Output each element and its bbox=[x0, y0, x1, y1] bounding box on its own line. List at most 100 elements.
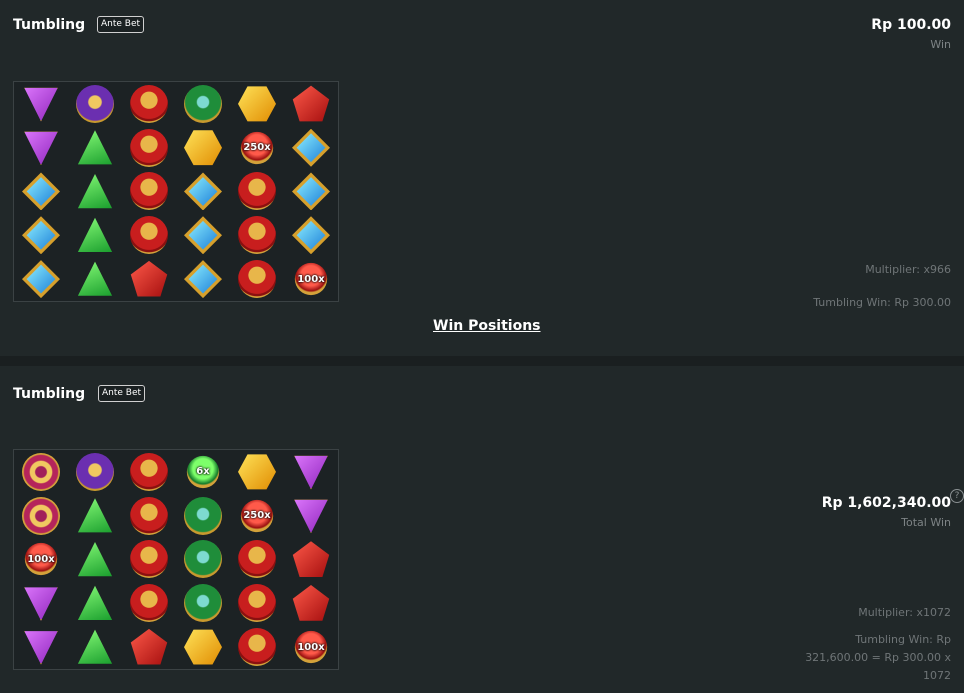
grid-cell bbox=[230, 257, 284, 301]
grid-cell: 250x bbox=[230, 126, 284, 170]
crown-icon bbox=[130, 496, 168, 535]
grid-cell bbox=[14, 625, 68, 669]
grid-cell bbox=[230, 213, 284, 257]
red-gem-icon bbox=[292, 85, 330, 123]
red-gem-icon bbox=[292, 540, 330, 578]
grid-cell bbox=[284, 494, 338, 538]
grid-cell bbox=[122, 170, 176, 214]
multiplier-label: 100x bbox=[297, 273, 325, 285]
grid-cell bbox=[68, 170, 122, 214]
purple-gem-icon bbox=[292, 453, 330, 491]
ante-bet-badge: Ante Bet bbox=[98, 385, 146, 402]
crown-icon bbox=[238, 260, 276, 299]
multiplier-label: 250x bbox=[243, 142, 271, 154]
chalice-icon bbox=[184, 496, 222, 535]
purple-gem-icon bbox=[22, 628, 60, 666]
round-title: Tumbling bbox=[13, 386, 86, 402]
hourglass-icon bbox=[76, 452, 114, 491]
grid-cell bbox=[14, 257, 68, 301]
grid-cell bbox=[14, 213, 68, 257]
blue-gem-icon bbox=[292, 172, 330, 211]
win-amount: Rp 100.00 bbox=[871, 17, 951, 33]
grid-cell bbox=[14, 126, 68, 170]
crown-icon bbox=[130, 172, 168, 211]
grid-cell bbox=[14, 450, 68, 494]
grid-cell bbox=[122, 538, 176, 582]
chalice-icon bbox=[184, 84, 222, 123]
grid-cell bbox=[176, 170, 230, 214]
green-gem-icon bbox=[76, 497, 114, 535]
chalice-icon bbox=[184, 584, 222, 623]
multiplier-label: 100x bbox=[27, 553, 55, 565]
grid-cell bbox=[284, 213, 338, 257]
round-panel-2: Tumbling Ante Bet 6x 250x 100x 100x Rp 1,60… bbox=[0, 366, 964, 693]
grid-cell bbox=[176, 257, 230, 301]
grid-cell bbox=[122, 450, 176, 494]
grid-cell bbox=[230, 82, 284, 126]
grid-cell bbox=[14, 581, 68, 625]
grid-cell bbox=[176, 126, 230, 170]
grid-cell bbox=[68, 581, 122, 625]
grid-cell bbox=[230, 170, 284, 214]
grid-cell bbox=[230, 538, 284, 582]
grid-cell: 250x bbox=[230, 494, 284, 538]
round-panel-1: Tumbling Ante Bet Rp 100.00 Win 250x 100x… bbox=[0, 0, 964, 356]
multiplier-red-icon: 100x bbox=[292, 628, 330, 666]
win-positions-link[interactable]: Win Positions bbox=[433, 318, 541, 334]
multiplier-red-icon: 250x bbox=[238, 497, 276, 535]
help-icon[interactable]: ? bbox=[950, 489, 964, 503]
ring-icon bbox=[22, 452, 60, 491]
crown-icon bbox=[238, 628, 276, 667]
crown-icon bbox=[238, 172, 276, 211]
green-gem-icon bbox=[76, 540, 114, 578]
grid-cell bbox=[176, 538, 230, 582]
green-gem-icon bbox=[76, 172, 114, 210]
grid-cell bbox=[68, 213, 122, 257]
grid-cell bbox=[122, 82, 176, 126]
purple-gem-icon bbox=[22, 584, 60, 622]
yellow-gem-icon bbox=[184, 129, 222, 167]
blue-gem-icon bbox=[22, 260, 60, 299]
grid-cell bbox=[176, 625, 230, 669]
grid-cell bbox=[122, 625, 176, 669]
blue-gem-icon bbox=[292, 216, 330, 255]
grid-cell bbox=[176, 82, 230, 126]
tumbling-win-text: Tumbling Win: Rp 321,600.00 = Rp 300.00 … bbox=[805, 633, 951, 682]
multiplier-red-icon: 100x bbox=[292, 260, 330, 298]
tumbling-win-text: Tumbling Win: Rp 300.00 bbox=[813, 296, 951, 309]
blue-gem-icon bbox=[184, 172, 222, 211]
multiplier-label: 100x bbox=[297, 641, 325, 653]
grid-cell bbox=[230, 581, 284, 625]
grid-cell bbox=[284, 170, 338, 214]
grid-cell bbox=[68, 538, 122, 582]
crown-icon bbox=[130, 540, 168, 579]
purple-gem-icon bbox=[22, 129, 60, 167]
crown-icon bbox=[130, 584, 168, 623]
grid-cell bbox=[68, 126, 122, 170]
yellow-gem-icon bbox=[238, 85, 276, 123]
red-gem-icon bbox=[292, 584, 330, 622]
ring-icon bbox=[22, 496, 60, 535]
green-gem-icon bbox=[76, 628, 114, 666]
green-gem-icon bbox=[76, 129, 114, 167]
grid-cell bbox=[176, 213, 230, 257]
multiplier-text: Multiplier: x966 bbox=[865, 263, 951, 276]
green-gem-icon bbox=[76, 584, 114, 622]
grid-cell bbox=[68, 82, 122, 126]
multiplier-red-icon: 250x bbox=[238, 129, 276, 167]
blue-gem-icon bbox=[22, 172, 60, 211]
grid-cell bbox=[122, 581, 176, 625]
purple-gem-icon bbox=[22, 85, 60, 123]
grid-cell bbox=[284, 581, 338, 625]
grid-cell bbox=[122, 213, 176, 257]
win-amount-label: Win bbox=[930, 38, 951, 51]
multiplier-label: 6x bbox=[196, 466, 210, 478]
round-title: Tumbling bbox=[13, 17, 86, 33]
grid-cell bbox=[284, 82, 338, 126]
grid-cell: 100x bbox=[284, 257, 338, 301]
grid-cell: 6x bbox=[176, 450, 230, 494]
blue-gem-icon bbox=[22, 216, 60, 255]
chalice-icon bbox=[184, 540, 222, 579]
blue-gem-icon bbox=[184, 260, 222, 299]
reel-grid: 6x 250x 100x 100x bbox=[13, 449, 339, 670]
